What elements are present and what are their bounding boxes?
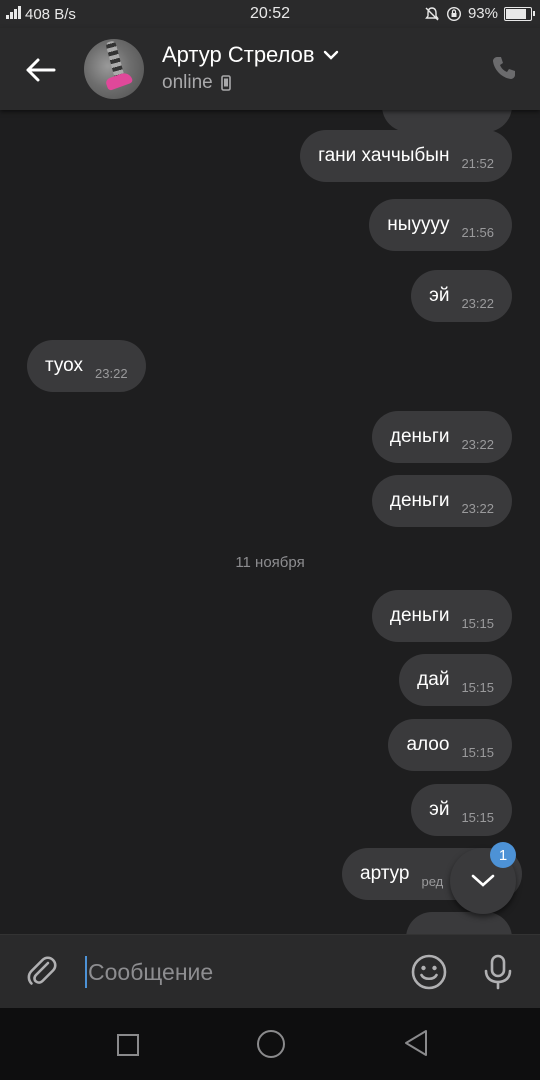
message-bubble-partial xyxy=(406,912,512,934)
message-input[interactable] xyxy=(88,959,388,986)
avatar[interactable] xyxy=(84,39,144,99)
message-composer xyxy=(0,934,540,1009)
message-time: 15:15 xyxy=(461,679,494,695)
message-bubble[interactable]: эй 15:15 xyxy=(411,784,512,836)
status-bar: 408 B/s 20:52 93% xyxy=(0,0,540,28)
message-bubble[interactable]: эй 23:22 xyxy=(411,270,512,322)
message-bubble[interactable]: алоо 15:15 xyxy=(388,719,512,771)
rotation-lock-icon xyxy=(446,6,461,21)
message-bubble-partial xyxy=(382,110,512,132)
phone-device-icon xyxy=(220,75,231,91)
message-bubble[interactable]: гани хаччыбын 21:52 xyxy=(300,130,512,182)
message-time: 23:22 xyxy=(461,500,494,516)
arrow-left-icon[interactable] xyxy=(22,52,58,88)
message-time: 21:52 xyxy=(461,155,494,171)
message-text: ныуууу xyxy=(387,214,450,235)
message-edited-label: ред xyxy=(421,873,444,889)
text-caret xyxy=(85,956,87,988)
contact-status: online xyxy=(162,72,231,94)
message-time: 15:15 xyxy=(461,744,494,760)
message-time: 15:15 xyxy=(461,809,494,825)
chevron-down-icon xyxy=(471,874,495,887)
message-text: алоо xyxy=(406,734,450,755)
chat-header: Артур Стрелов online xyxy=(0,28,540,110)
battery-icon xyxy=(504,6,535,21)
message-text: гани хаччыбын xyxy=(318,145,450,166)
message-bubble-incoming[interactable]: туох 23:22 xyxy=(27,340,146,392)
status-right: 93% xyxy=(424,5,535,22)
mute-bell-icon xyxy=(425,6,439,20)
online-status: online xyxy=(162,72,213,93)
date-separator: 11 ноября xyxy=(235,554,305,571)
microphone-icon[interactable] xyxy=(480,953,516,991)
recent-apps-button[interactable] xyxy=(117,1034,139,1056)
message-time: 15:15 xyxy=(461,615,494,631)
message-text: артур xyxy=(360,863,410,884)
message-bubble[interactable]: деньги 23:22 xyxy=(371,411,512,463)
battery-percent: 93% xyxy=(467,5,498,22)
message-text: деньги xyxy=(389,605,450,626)
message-bubble[interactable]: деньги 23:22 xyxy=(371,475,512,527)
message-time: 23:22 xyxy=(461,295,494,311)
message-text: деньги xyxy=(389,426,450,447)
message-bubble[interactable]: ныуууу 21:56 xyxy=(369,199,512,251)
message-text: эй xyxy=(429,285,450,306)
chevron-down-icon xyxy=(323,50,338,60)
paperclip-icon[interactable] xyxy=(24,953,60,989)
message-bubble[interactable]: дай 15:15 xyxy=(399,654,512,706)
message-time: 23:22 xyxy=(461,436,494,452)
message-text: эй xyxy=(429,799,450,820)
message-time: 21:56 xyxy=(461,224,494,240)
message-text: туох xyxy=(45,355,84,376)
nav-back-icon[interactable] xyxy=(402,1028,430,1058)
phone-call-icon[interactable] xyxy=(490,54,518,82)
unread-count-badge: 1 xyxy=(490,842,516,868)
message-list[interactable]: гани хаччыбын 21:52 ныуууу 21:56 эй 23:2… xyxy=(0,110,540,934)
contact-name: Артур Стрелов xyxy=(162,42,315,67)
home-button[interactable] xyxy=(257,1030,285,1058)
contact-name-button[interactable]: Артур Стрелов xyxy=(162,42,339,68)
message-text: деньги xyxy=(389,490,450,511)
message-time: 23:22 xyxy=(95,365,128,381)
smile-icon[interactable] xyxy=(410,953,448,991)
system-navigation-bar xyxy=(0,1008,540,1080)
message-text: дай xyxy=(417,669,450,690)
message-bubble[interactable]: деньги 15:15 xyxy=(371,590,512,642)
